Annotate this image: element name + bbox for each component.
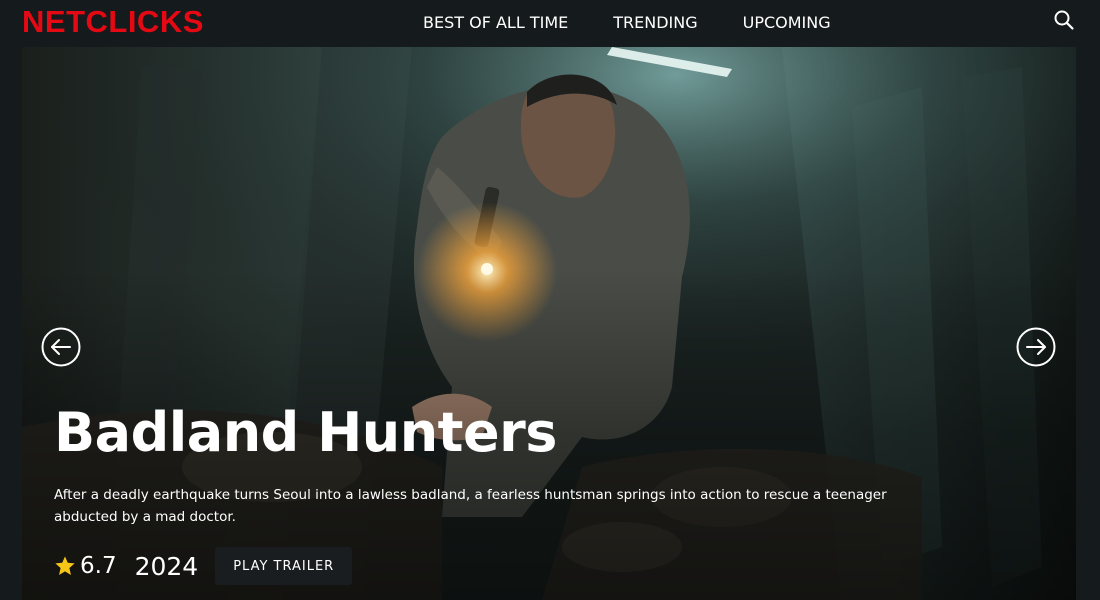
search-button[interactable] — [1053, 9, 1075, 31]
brand-logo[interactable]: NETCLICKS — [22, 5, 204, 39]
rating-value: 6.7 — [80, 553, 117, 579]
nav-best-of-all-time[interactable]: BEST OF ALL TIME — [423, 12, 568, 34]
movie-meta-row: 6.7 2024 PLAY TRAILER — [54, 547, 353, 585]
play-trailer-button[interactable]: PLAY TRAILER — [215, 547, 353, 585]
arrow-right-icon — [1016, 327, 1056, 367]
app-page: NETCLICKS BEST OF ALL TIME TRENDING UPCO… — [0, 0, 1100, 600]
movie-description: After a deadly earthquake turns Seoul in… — [54, 487, 887, 525]
search-icon — [1054, 10, 1074, 30]
nav-trending[interactable]: TRENDING — [613, 12, 697, 34]
next-slide-button[interactable] — [1016, 327, 1056, 367]
star-icon — [55, 556, 75, 575]
nav-upcoming[interactable]: UPCOMING — [743, 12, 831, 34]
movie-title: Badland Hunters — [54, 401, 557, 464]
arrow-left-icon — [41, 327, 81, 367]
top-navigation-bar: NETCLICKS BEST OF ALL TIME TRENDING UPCO… — [0, 0, 1100, 46]
main-nav: BEST OF ALL TIME TRENDING UPCOMING — [423, 12, 831, 34]
previous-slide-button[interactable] — [41, 327, 81, 367]
release-year: 2024 — [134, 551, 199, 581]
hero-banner: Badland Hunters After a deadly earthquak… — [22, 47, 1076, 600]
